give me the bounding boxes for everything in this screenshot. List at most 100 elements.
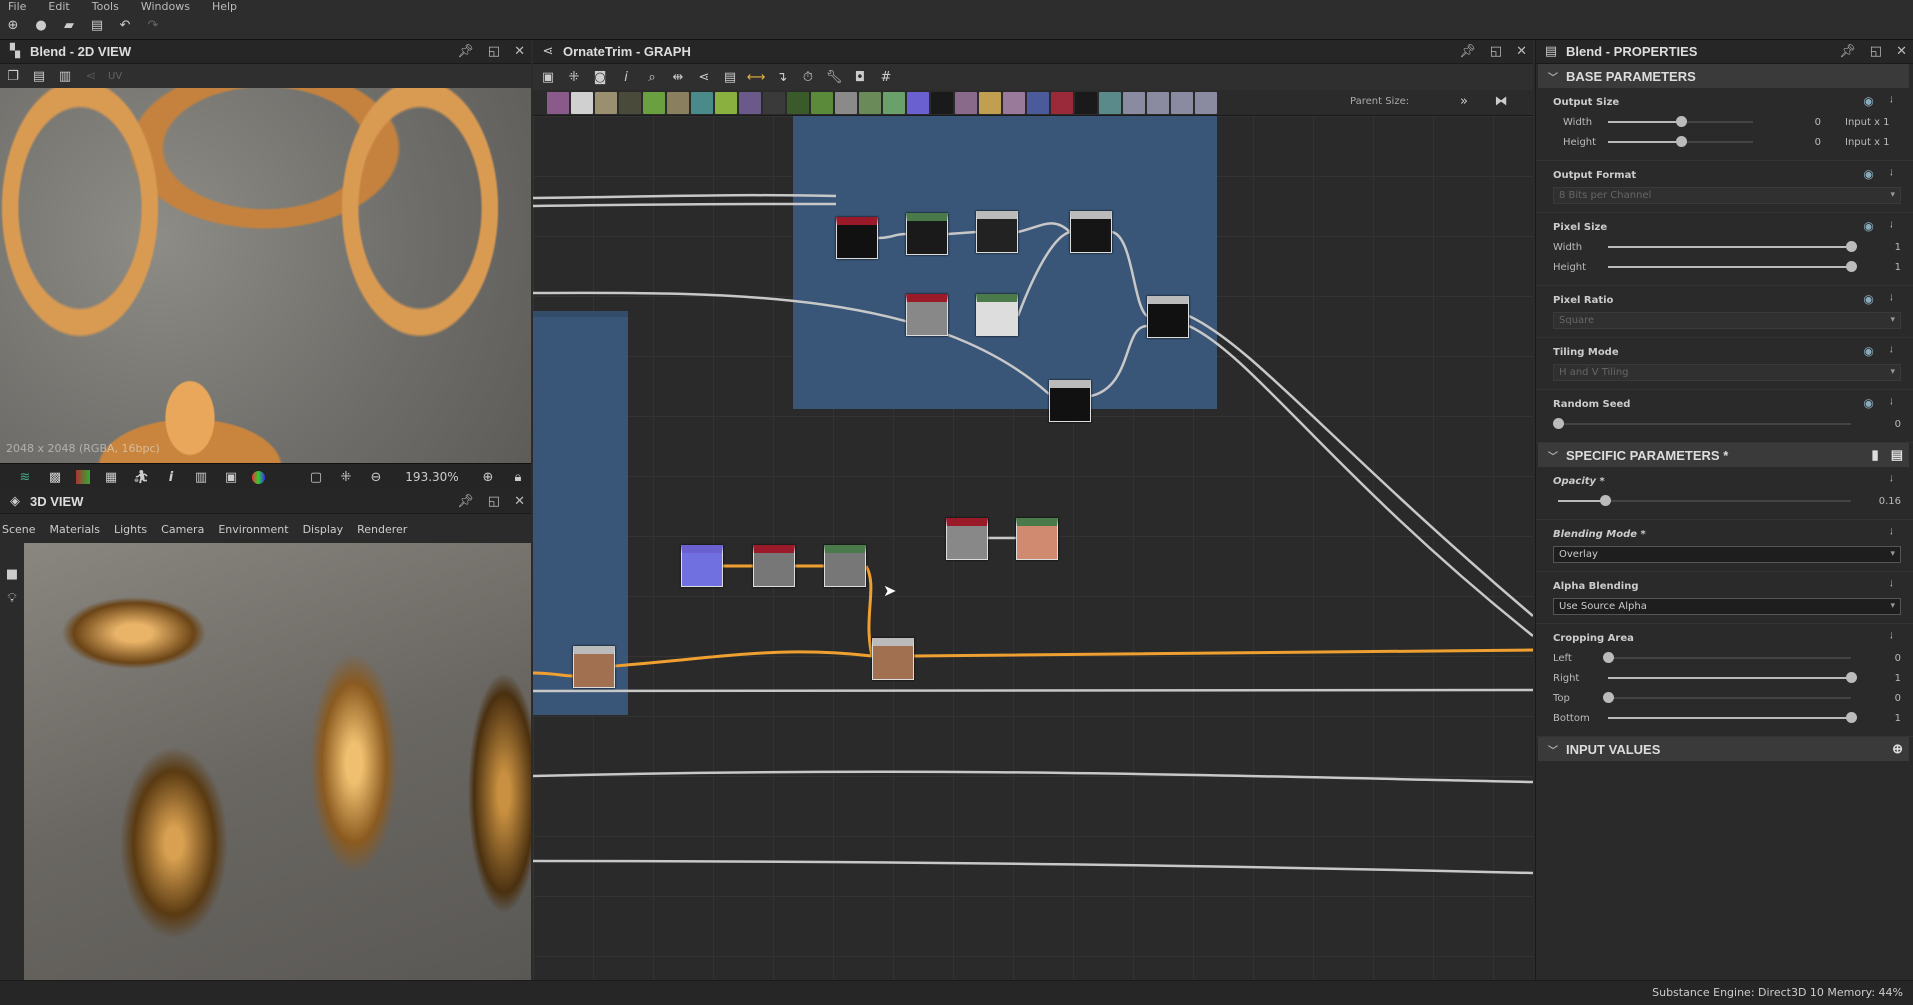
node-library-button[interactable] — [835, 91, 857, 114]
grid-snap-icon[interactable]: # — [877, 68, 895, 86]
wire[interactable] — [533, 859, 1533, 875]
highlighted-wire[interactable] — [614, 650, 873, 668]
menu-display[interactable]: Display — [303, 523, 344, 536]
width-mode[interactable]: Input x 1 — [1845, 117, 1890, 128]
wrench-icon[interactable]: 🔧︎ — [825, 68, 843, 86]
node-library-button[interactable] — [955, 91, 977, 114]
menu-help[interactable]: Help — [212, 0, 237, 12]
node-library-button[interactable] — [595, 91, 617, 114]
specific-parameters-section[interactable]: ﹀ SPECIFIC PARAMETERS * ▮ ▤ — [1538, 443, 1909, 467]
wire[interactable] — [1111, 230, 1148, 318]
actual-size-icon[interactable]: ⁜ — [565, 68, 583, 86]
crop-right-slider[interactable] — [1608, 672, 1857, 683]
maximize-icon[interactable]: ◱ — [488, 44, 500, 59]
light-icon[interactable]: 💡︎ — [3, 589, 21, 607]
node-library-button[interactable] — [1099, 91, 1121, 114]
wire[interactable] — [877, 232, 907, 240]
preview-icon[interactable]: ◘ — [851, 68, 869, 86]
expand-icon[interactable]: » — [1455, 92, 1473, 110]
node-library-button[interactable] — [1027, 91, 1049, 114]
node-library-button[interactable] — [619, 91, 641, 114]
crop-top-value[interactable]: 0 — [1861, 693, 1901, 704]
zoom-out-icon[interactable]: ⊖ — [367, 468, 385, 486]
width-value[interactable]: 0 — [1763, 117, 1821, 128]
width-value[interactable]: 1 — [1861, 242, 1901, 253]
wire[interactable] — [533, 202, 837, 208]
input-values-section[interactable]: ﹀ INPUT VALUES ⊕ — [1538, 737, 1909, 761]
graph-node[interactable] — [753, 545, 795, 587]
camera-icon[interactable]: ■ — [3, 565, 21, 583]
uv-dropdown[interactable]: UV — [108, 71, 122, 82]
node-library-button[interactable] — [1003, 91, 1025, 114]
actual-size-icon[interactable]: ⁜ — [337, 468, 355, 486]
node-library-button[interactable] — [1195, 91, 1217, 114]
node-library-button[interactable] — [1051, 91, 1073, 114]
wire[interactable] — [533, 291, 1050, 395]
base-parameters-section[interactable]: ﹀ BASE PARAMETERS — [1538, 64, 1909, 88]
menu-lights[interactable]: Lights — [114, 523, 147, 536]
graph-node[interactable] — [1147, 296, 1189, 338]
node-library-button[interactable] — [667, 91, 689, 114]
graph-node[interactable] — [1049, 380, 1091, 422]
wire-icon[interactable]: ↴ — [773, 68, 791, 86]
graph-node[interactable] — [573, 646, 615, 688]
zoom-in-icon[interactable]: ⊕ — [479, 468, 497, 486]
maximize-icon[interactable]: ◱ — [1490, 44, 1502, 59]
menu-windows[interactable]: Windows — [141, 0, 190, 12]
expose-icon[interactable]: ◉ — [1863, 167, 1873, 181]
alpha-blending-dropdown[interactable]: Use Source Alpha — [1553, 598, 1901, 615]
doc-icon[interactable]: ▤ — [1891, 447, 1903, 463]
node-library-button[interactable] — [763, 91, 785, 114]
stack-icon[interactable]: ▤ — [721, 68, 739, 86]
wire[interactable] — [947, 230, 977, 236]
node-library-button[interactable] — [787, 91, 809, 114]
function-icon[interactable]: ᛍ — [1888, 344, 1895, 358]
wire[interactable] — [1188, 314, 1533, 617]
node-library-button[interactable] — [1147, 91, 1169, 114]
close-icon[interactable]: ✕ — [1516, 44, 1527, 59]
graph-node[interactable] — [836, 217, 878, 259]
opacity-value[interactable]: 0.16 — [1861, 496, 1901, 507]
expose-icon[interactable]: ◉ — [1863, 396, 1873, 410]
crop-top-slider[interactable] — [1603, 692, 1851, 703]
height-value[interactable]: 0 — [1763, 137, 1821, 148]
node-library-button[interactable] — [739, 91, 761, 114]
layers-icon[interactable]: ≋ — [16, 468, 34, 486]
expose-icon[interactable]: ◉ — [1863, 344, 1873, 358]
wire[interactable] — [533, 193, 837, 200]
node-library-button[interactable] — [1123, 91, 1145, 114]
menu-materials[interactable]: Materials — [50, 523, 100, 536]
node-library-button[interactable] — [883, 91, 905, 114]
wire[interactable] — [533, 688, 1533, 693]
wire[interactable] — [1017, 222, 1071, 234]
node-library-button[interactable] — [907, 91, 929, 114]
3d-viewport[interactable] — [24, 543, 531, 980]
wire[interactable] — [533, 770, 1533, 784]
maximize-icon[interactable]: ◱ — [488, 494, 500, 509]
pin-icon[interactable]: 📌︎ — [1839, 44, 1856, 59]
connect-icon[interactable]: ⋖ — [695, 68, 713, 86]
function-icon[interactable]: ᛍ — [1888, 94, 1895, 108]
pixel-width-slider[interactable] — [1608, 241, 1857, 252]
crop-right-value[interactable]: 1 — [1861, 673, 1901, 684]
fit-icon[interactable]: ▢ — [307, 468, 325, 486]
expose-icon[interactable]: ◉ — [1863, 219, 1873, 233]
function-icon[interactable]: ᛍ — [1888, 473, 1895, 487]
crop-left-slider[interactable] — [1603, 652, 1851, 663]
save-icon[interactable]: ▤ — [88, 17, 106, 35]
menu-renderer[interactable]: Renderer — [357, 523, 407, 536]
pin-icon[interactable]: 📌︎ — [1459, 44, 1476, 59]
crop-bottom-value[interactable]: 1 — [1861, 713, 1901, 724]
graph-node[interactable] — [906, 213, 948, 255]
function-icon[interactable]: ᛍ — [1888, 167, 1895, 181]
highlighted-wire[interactable] — [533, 671, 574, 678]
node-library-button[interactable] — [1075, 91, 1097, 114]
link-icon[interactable]: ⟷ — [747, 68, 766, 86]
height-value[interactable]: 1 — [1861, 262, 1901, 273]
tile-icon[interactable]: ▦ — [102, 468, 120, 486]
wire[interactable] — [1016, 230, 1071, 317]
function-icon[interactable]: ᛍ — [1888, 219, 1895, 233]
node-library-button[interactable] — [571, 91, 593, 114]
graph-node[interactable] — [906, 294, 948, 336]
clipboard-icon[interactable]: ▥ — [56, 67, 74, 85]
